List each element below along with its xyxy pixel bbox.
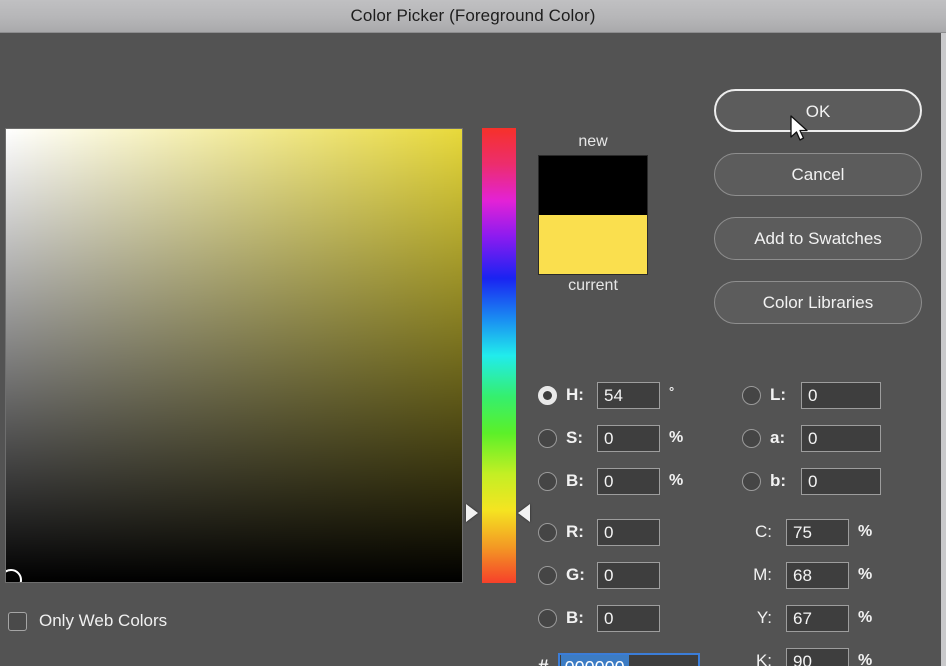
- field-row-lab-a[interactable]: a: 0: [742, 424, 881, 452]
- label-red: R:: [566, 522, 584, 541]
- field-row-blue[interactable]: B: 0: [538, 604, 660, 632]
- window-title: Color Picker (Foreground Color): [350, 6, 596, 25]
- field-row-brightness[interactable]: B: 0 %: [538, 467, 683, 495]
- hue-marker-left-icon[interactable]: [466, 504, 478, 522]
- label-yellow: Y:: [756, 608, 772, 627]
- input-lab-a[interactable]: 0: [801, 424, 881, 452]
- label-cyan: C:: [755, 522, 772, 541]
- only-web-colors-row[interactable]: Only Web Colors: [8, 611, 167, 631]
- radio-green[interactable]: [538, 565, 557, 585]
- label-lab-b: b:: [770, 471, 787, 490]
- radio-lightness[interactable]: [742, 385, 761, 405]
- unit-hue: °: [669, 383, 675, 399]
- label-lab-a: a:: [770, 428, 786, 447]
- label-saturation: S:: [566, 428, 583, 447]
- unit-yellow: %: [858, 609, 873, 626]
- unit-brightness: %: [669, 472, 684, 489]
- color-preview: new current: [538, 131, 648, 297]
- hue-slider[interactable]: [482, 128, 516, 583]
- dialog-body: Only Web Colors new current OK Cancel Ad…: [0, 33, 946, 666]
- field-row-lab-b[interactable]: b: 0: [742, 467, 881, 495]
- current-color-swatch[interactable]: [539, 215, 647, 274]
- radio-saturation[interactable]: [538, 428, 557, 448]
- saturation-brightness-field[interactable]: [5, 128, 463, 583]
- label-blue: B:: [566, 608, 584, 627]
- current-color-label: current: [568, 277, 618, 294]
- ok-button[interactable]: OK: [714, 89, 922, 132]
- input-green[interactable]: 0: [597, 561, 660, 589]
- label-green: G:: [566, 565, 585, 584]
- input-black[interactable]: 90: [786, 647, 849, 666]
- hex-input[interactable]: 000000: [557, 653, 700, 666]
- new-color-swatch[interactable]: [539, 156, 647, 215]
- color-libraries-button[interactable]: Color Libraries: [714, 281, 922, 324]
- radio-red[interactable]: [538, 522, 557, 542]
- unit-saturation: %: [669, 429, 684, 446]
- label-magenta: M:: [753, 565, 772, 584]
- label-brightness: B:: [566, 471, 584, 490]
- input-saturation[interactable]: 0: [597, 424, 660, 452]
- field-row-lightness[interactable]: L: 0: [742, 381, 881, 409]
- preview-swatches: [538, 155, 648, 275]
- field-row-magenta[interactable]: M: 68 %: [742, 561, 872, 589]
- field-row-hue[interactable]: H: 54 °: [538, 381, 674, 409]
- action-buttons: OK Cancel Add to Swatches Color Librarie…: [714, 89, 922, 345]
- label-lightness: L:: [770, 385, 787, 404]
- new-color-label: new: [578, 133, 608, 150]
- label-black: K:: [755, 651, 772, 666]
- unit-black: %: [858, 652, 873, 666]
- field-row-yellow[interactable]: Y: 67 %: [742, 604, 872, 632]
- only-web-colors-checkbox[interactable]: [8, 611, 27, 631]
- unit-magenta: %: [858, 566, 873, 583]
- only-web-colors-label: Only Web Colors: [39, 611, 168, 630]
- field-row-green[interactable]: G: 0: [538, 561, 660, 589]
- input-lightness[interactable]: 0: [801, 381, 881, 409]
- input-magenta[interactable]: 68: [786, 561, 849, 589]
- label-hue: H:: [566, 385, 584, 404]
- color-field-cursor-ring-icon[interactable]: [6, 569, 22, 582]
- radio-lab-a[interactable]: [742, 428, 761, 448]
- radio-lab-b[interactable]: [742, 471, 761, 491]
- input-cyan[interactable]: 75: [786, 518, 849, 546]
- field-row-red[interactable]: R: 0: [538, 518, 660, 546]
- radio-blue[interactable]: [538, 608, 557, 628]
- hue-marker-right-icon[interactable]: [518, 504, 530, 522]
- input-yellow[interactable]: 67: [786, 604, 849, 632]
- hex-value-text: 000000: [560, 655, 629, 666]
- hex-prefix-label: #: [538, 657, 549, 666]
- color-picker-dialog: Color Picker (Foreground Color) Only Web…: [0, 0, 946, 666]
- field-row-saturation[interactable]: S: 0 %: [538, 424, 683, 452]
- field-row-black[interactable]: K: 90 %: [742, 647, 872, 666]
- titlebar: Color Picker (Foreground Color): [0, 0, 946, 33]
- hex-row[interactable]: # 000000: [538, 653, 700, 666]
- field-row-cyan[interactable]: C: 75 %: [742, 518, 872, 546]
- radio-hue[interactable]: [538, 385, 557, 405]
- window-right-border: [941, 33, 946, 666]
- add-to-swatches-button[interactable]: Add to Swatches: [714, 217, 922, 260]
- input-brightness[interactable]: 0: [597, 467, 660, 495]
- unit-cyan: %: [858, 523, 873, 540]
- input-blue[interactable]: 0: [597, 604, 660, 632]
- input-red[interactable]: 0: [597, 518, 660, 546]
- radio-brightness[interactable]: [538, 471, 557, 491]
- input-hue[interactable]: 54: [597, 381, 660, 409]
- cancel-button[interactable]: Cancel: [714, 153, 922, 196]
- input-lab-b[interactable]: 0: [801, 467, 881, 495]
